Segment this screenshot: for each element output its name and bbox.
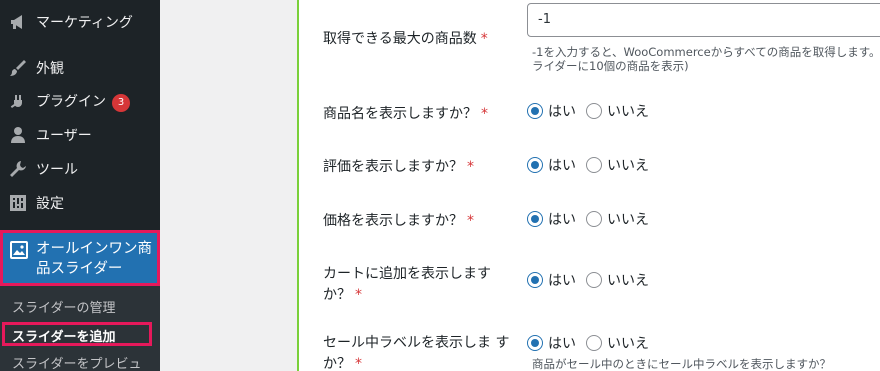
max-products-description-line2: ライダーに10個の商品を表示) [532,59,689,73]
show-product-name-radio-group: はい いいえ [527,101,659,121]
required-mark: * [481,106,488,122]
show-rating-label: 評価を表示しますか？ * [323,159,474,175]
required-mark: * [480,31,488,47]
show-rating-radio-group: はい いいえ [527,155,659,175]
max-products-label: 取得できる最大の商品数 * [323,31,488,47]
show-sale-label-label: セール中ラベルを表示しま す か？ * [323,335,510,371]
sidebar-item-label: マーケティング [36,15,133,31]
show-price-radio-group: はい いいえ [527,209,659,229]
radio-yes[interactable] [527,103,543,119]
sidebar-item-label: ユーザー [36,128,92,144]
show-sale-label-radio-group: はい いいえ [527,333,659,353]
radio-yes[interactable] [527,272,543,288]
submenu-manage-sliders[interactable]: スライダーの管理 [12,297,115,316]
update-count-badge: 3 [112,93,130,112]
sidebar-item-plugins[interactable]: プラグイン 3 [0,84,160,118]
sidebar-item-users[interactable]: ユーザー [0,118,160,152]
settings-icon [9,194,27,212]
required-mark: * [467,159,474,175]
radio-no[interactable] [586,103,602,119]
radio-no[interactable] [586,211,602,227]
paintbrush-icon [9,59,27,77]
sidebar-item-marketing[interactable]: マーケティング [0,5,160,39]
radio-yes[interactable] [527,157,543,173]
radio-no[interactable] [586,157,602,173]
submenu-preview-slider[interactable]: スライダーをプレビュ [12,353,141,371]
radio-yes[interactable] [527,335,543,351]
show-add-to-cart-label: カートに追加を表示します か？ * [323,266,491,303]
sidebar-item-label: 外観 [36,61,64,77]
sidebar-item-settings[interactable]: 設定 [0,186,160,220]
plug-icon [9,92,27,110]
sale-label-description: 商品がセール中のときにセール中ラベルを表示しますか？ [532,357,831,371]
sidebar-item-label: プラグイン [36,93,106,110]
required-mark: * [355,287,362,303]
highlight-box [2,322,152,346]
radio-no[interactable] [586,272,602,288]
max-products-description: -1を入力すると、WooCommerceからすべての商品を取得します。 [532,45,880,59]
show-add-to-cart-radio-group: はい いいえ [527,270,659,290]
show-price-label: 価格を表示しますか？ * [323,213,474,229]
sidebar-item-label-line1: オールインワン商 [36,241,152,257]
sidebar-item-tools[interactable]: ツール [0,152,160,186]
radio-no[interactable] [586,335,602,351]
sidebar-item-label-line2: 品スライダー [36,261,123,277]
radio-yes[interactable] [527,211,543,227]
user-icon [9,126,27,144]
show-product-name-label: 商品名を表示しますか？ * [323,106,488,122]
required-mark: * [467,213,474,229]
sidebar-item-label: 設定 [36,196,64,212]
image-icon [10,241,28,259]
sidebar-item-label: ツール [36,162,78,178]
admin-sidebar: マーケティング 外観 プラグイン 3 ユーザー ツール 設定 オールインワン商 … [0,0,160,371]
megaphone-icon [9,13,27,31]
sidebar-item-all-in-one-product-slider[interactable]: オールインワン商 品スライダー [0,230,160,286]
max-products-input[interactable]: -1 [527,3,880,37]
required-mark: * [355,356,362,371]
sidebar-item-appearance[interactable]: 外観 [0,51,160,85]
wrench-icon [9,160,27,178]
